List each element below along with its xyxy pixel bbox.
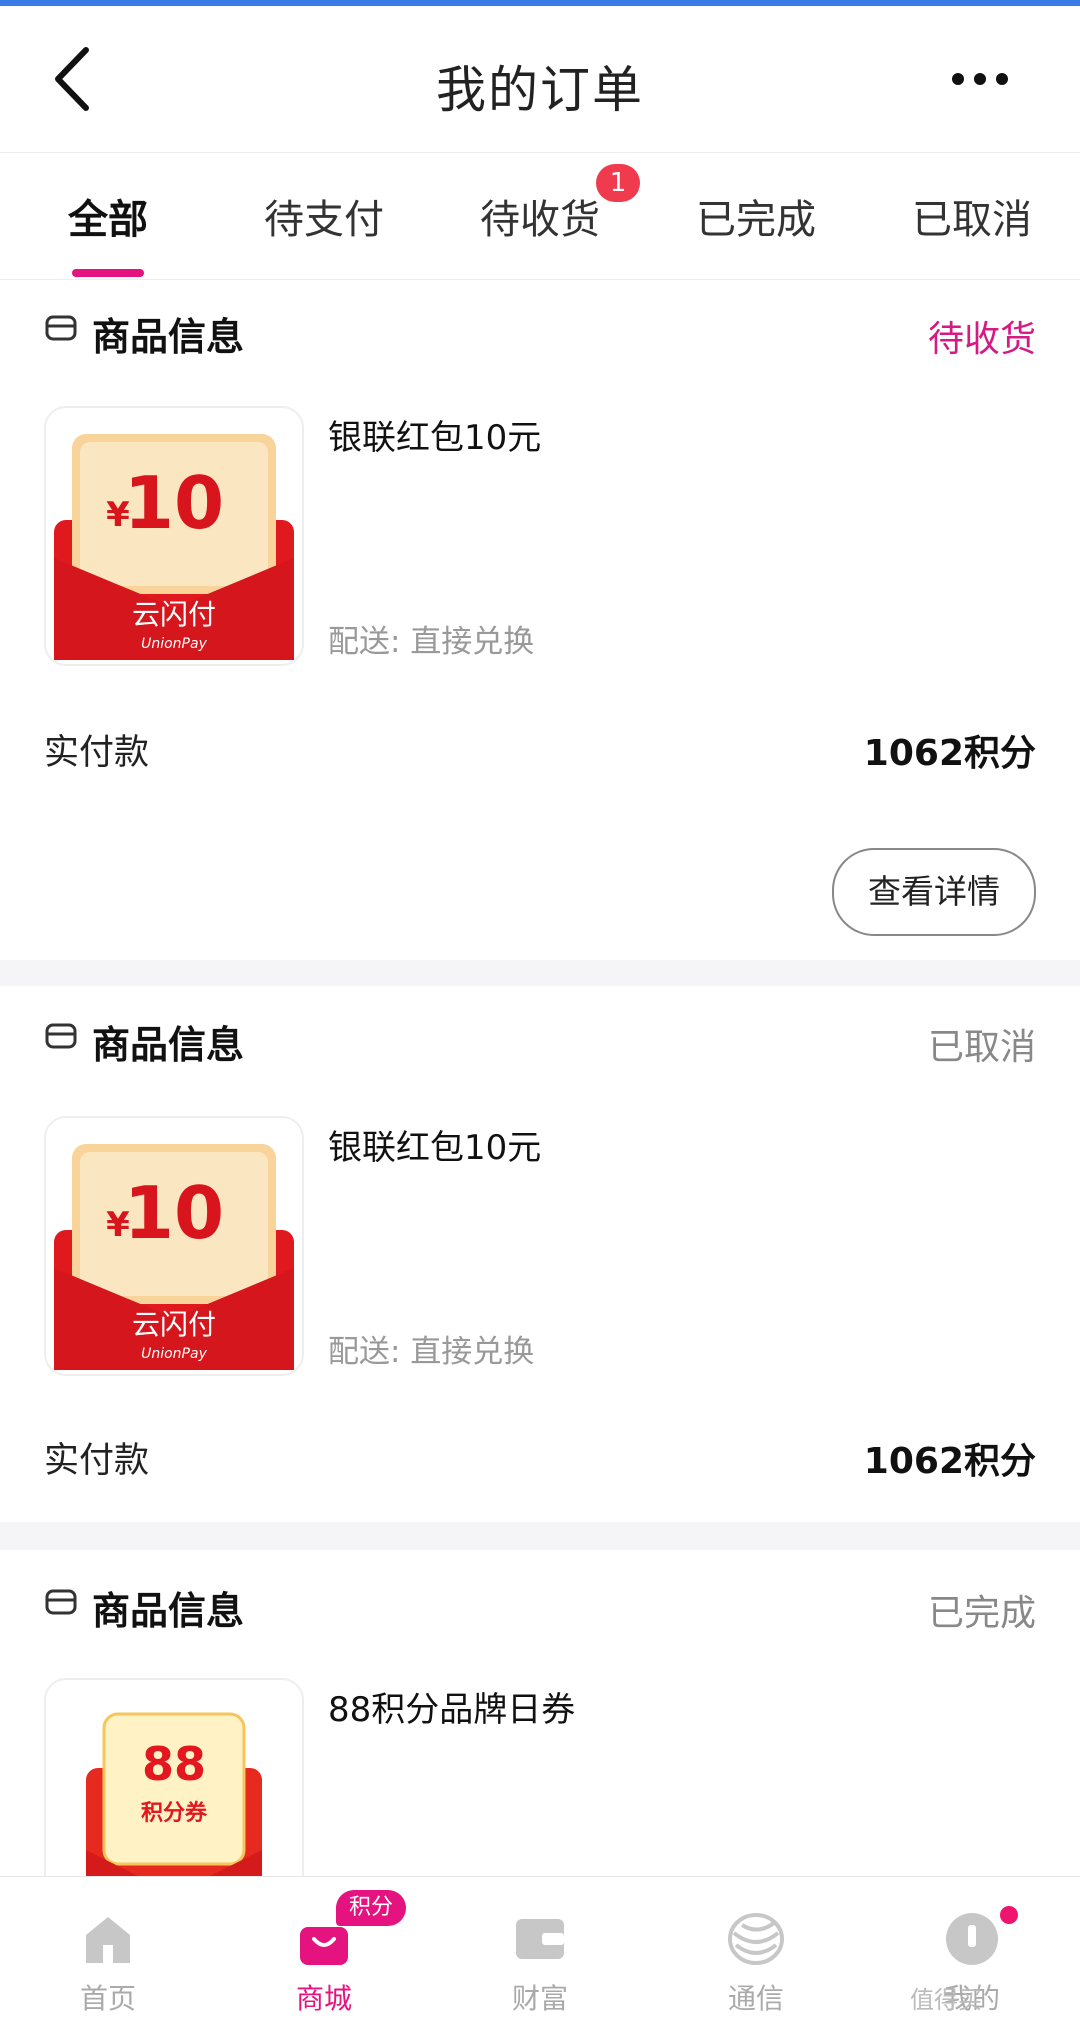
- order-status: 已完成: [927, 1593, 1036, 1634]
- product-thumbnail[interactable]: 10 ¥ 云闪付 UnionPay: [44, 1116, 304, 1376]
- product-name[interactable]: 88积分品牌日券: [328, 1682, 575, 1731]
- tab-pending-payment[interactable]: 待支付: [216, 187, 432, 245]
- svg-text:¥: ¥: [106, 1205, 130, 1245]
- paid-label: 实付款: [44, 733, 150, 773]
- svg-text:积分券: 积分券: [141, 1800, 208, 1826]
- paid-amount: 1062积分: [863, 1441, 1036, 1482]
- product-name[interactable]: 银联红包10元: [328, 410, 541, 459]
- delivery-method: 配送: 直接兑换: [328, 1334, 535, 1370]
- order-status: 待收货: [927, 319, 1036, 360]
- coupon-image: 88 积分券: [86, 1712, 262, 1876]
- home-icon: [86, 1917, 130, 1963]
- section-label: 商品信息: [92, 315, 245, 359]
- nav-label: 财富: [511, 1982, 568, 2015]
- tab-count-badge: 1: [596, 164, 640, 202]
- package-icon: [45, 1589, 77, 1615]
- package-icon: [45, 1023, 77, 1049]
- svg-text:UnionPay: UnionPay: [141, 636, 207, 652]
- nav-telecom[interactable]: 通信: [648, 1877, 864, 2023]
- page-title: 我的订单: [436, 61, 644, 119]
- section-label: 商品信息: [92, 1589, 245, 1633]
- china-mobile-icon: [728, 1913, 784, 1965]
- wallet-icon: [516, 1919, 564, 1959]
- order-card: 商品信息 已取消 10 ¥ 云闪付 UnionPay 银联红包10元 配送: 直…: [0, 986, 1080, 1522]
- notification-dot: [1000, 1906, 1018, 1924]
- order-tabs: 全部 待支付 待收货 已完成 已取消: [0, 152, 1080, 280]
- nav-wealth[interactable]: 财富: [432, 1877, 648, 2023]
- thumb-amount: 10: [124, 1171, 224, 1255]
- paid-amount: 1062积分: [863, 733, 1036, 774]
- tab-completed[interactable]: 已完成: [648, 187, 864, 245]
- product-thumbnail[interactable]: 10 ¥ 云闪付 UnionPay: [44, 406, 304, 666]
- thumb-amount: 10: [124, 461, 224, 545]
- package-icon: [45, 315, 77, 341]
- tab-all[interactable]: 全部: [0, 187, 216, 245]
- product-thumbnail[interactable]: 88 积分券: [44, 1678, 304, 1876]
- order-card: 商品信息 待收货 10 ¥ 云闪付 UnionPay 银联红包10元 配送: 直…: [0, 280, 1080, 960]
- more-icon[interactable]: [950, 64, 1010, 94]
- svg-text:¥: ¥: [106, 495, 130, 535]
- paid-label: 实付款: [44, 1441, 150, 1481]
- order-card: 商品信息 已完成 88 积分券 88积分品牌日券: [0, 1550, 1080, 1876]
- red-envelope-image: 10 ¥ 云闪付 UnionPay: [54, 434, 294, 660]
- nav-label: 首页: [79, 1982, 136, 2015]
- thumb-amount: 88: [142, 1737, 206, 1791]
- nav-home[interactable]: 首页: [0, 1877, 216, 2023]
- points-pill-badge: 积分: [336, 1890, 406, 1926]
- svg-text:云闪付: 云闪付: [132, 598, 216, 631]
- svg-text:云闪付: 云闪付: [132, 1308, 216, 1341]
- nav-label: 通信: [727, 1982, 784, 2015]
- nav-label: 商城: [295, 1982, 352, 2015]
- svg-text:UnionPay: UnionPay: [141, 1346, 207, 1362]
- profile-icon: [946, 1913, 998, 1965]
- red-envelope-image: 10 ¥ 云闪付 UnionPay: [54, 1144, 294, 1370]
- order-status: 已取消: [927, 1027, 1036, 1068]
- active-tab-indicator: [72, 269, 144, 277]
- watermark: 值得买: [910, 1986, 982, 2014]
- delivery-method: 配送: 直接兑换: [328, 624, 535, 660]
- view-details-button[interactable]: 查看详情: [832, 848, 1036, 936]
- header: 我的订单: [0, 6, 1080, 152]
- section-label: 商品信息: [92, 1023, 245, 1067]
- product-name[interactable]: 银联红包10元: [328, 1120, 541, 1169]
- tab-cancelled[interactable]: 已取消: [864, 187, 1080, 245]
